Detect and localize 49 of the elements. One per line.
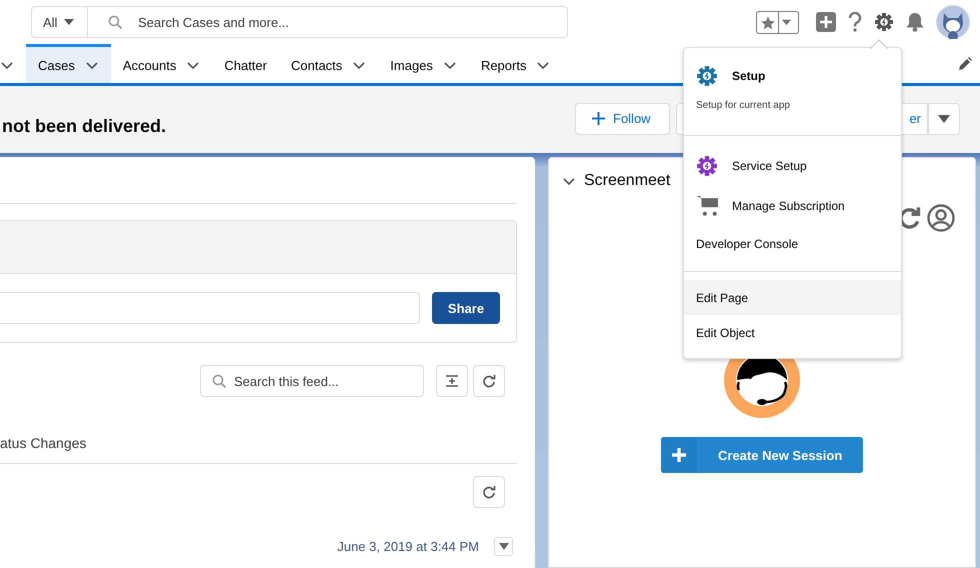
follow-button[interactable]: Follow [575, 102, 670, 134]
collapse-button[interactable] [436, 365, 468, 397]
plus-icon [592, 112, 605, 125]
star-icon[interactable] [761, 16, 775, 30]
caret-down-icon [498, 543, 508, 550]
refresh-icon [482, 485, 496, 499]
card-title: Screenmeet [584, 172, 670, 190]
refresh-button[interactable] [473, 476, 505, 508]
help-icon[interactable] [848, 12, 862, 32]
menu-item[interactable]: Setup Setup for current app [684, 52, 901, 119]
menu-item[interactable]: Edit Page [684, 280, 901, 315]
refresh-button[interactable] [473, 365, 505, 397]
caret-down-icon[interactable] [64, 19, 74, 25]
share-button[interactable]: Share [432, 292, 500, 324]
nav-tab[interactable]: Images [378, 44, 469, 83]
record-title: not been delivered. [2, 116, 166, 136]
post-timestamp-link[interactable]: June 3, 2019 at 3:44 PM [337, 539, 479, 554]
nav-tab[interactable]: Cases [26, 44, 111, 83]
nav-tab[interactable]: Contacts [278, 44, 378, 83]
menu-item-subtitle: Setup for current app [696, 100, 791, 111]
refresh-icon [482, 374, 496, 388]
nav-tab[interactable]: Chatter [212, 44, 279, 83]
search-icon [212, 374, 227, 389]
cart-icon [696, 195, 718, 217]
more-actions-button[interactable] [928, 102, 960, 134]
create-session-button[interactable]: Create New Session [661, 437, 863, 473]
post-menu-button[interactable] [494, 537, 513, 556]
menu-item[interactable]: Developer Console [684, 226, 901, 261]
user-avatar-icon[interactable] [936, 5, 970, 39]
caret-down-icon[interactable] [938, 114, 950, 122]
favorites-button[interactable] [756, 10, 799, 34]
global-search-field[interactable]: All Search Cases and more... [31, 6, 568, 38]
feed-filter-label[interactable]: atus Changes [0, 397, 517, 464]
search-scope-label[interactable]: All [43, 14, 58, 30]
menu-item[interactable]: Service Setup [684, 146, 901, 186]
search-icon [108, 14, 123, 30]
add-icon[interactable] [816, 12, 836, 32]
collapse-icon [445, 374, 459, 388]
nav-tab[interactable]: Reports [468, 44, 562, 83]
menu-item[interactable]: Edit Object [684, 315, 901, 350]
pencil-icon[interactable] [958, 56, 972, 70]
user-icon[interactable] [927, 204, 955, 232]
plus-icon [672, 448, 686, 462]
menu-item[interactable]: Manage Subscription [684, 186, 901, 226]
settings-icon[interactable] [874, 12, 894, 32]
post-input-field[interactable] [0, 292, 420, 324]
feed-search-field[interactable]: Search this feed... [200, 365, 424, 397]
notification-bell-icon[interactable] [906, 12, 924, 32]
nav-tab[interactable]: Accounts [110, 44, 212, 83]
